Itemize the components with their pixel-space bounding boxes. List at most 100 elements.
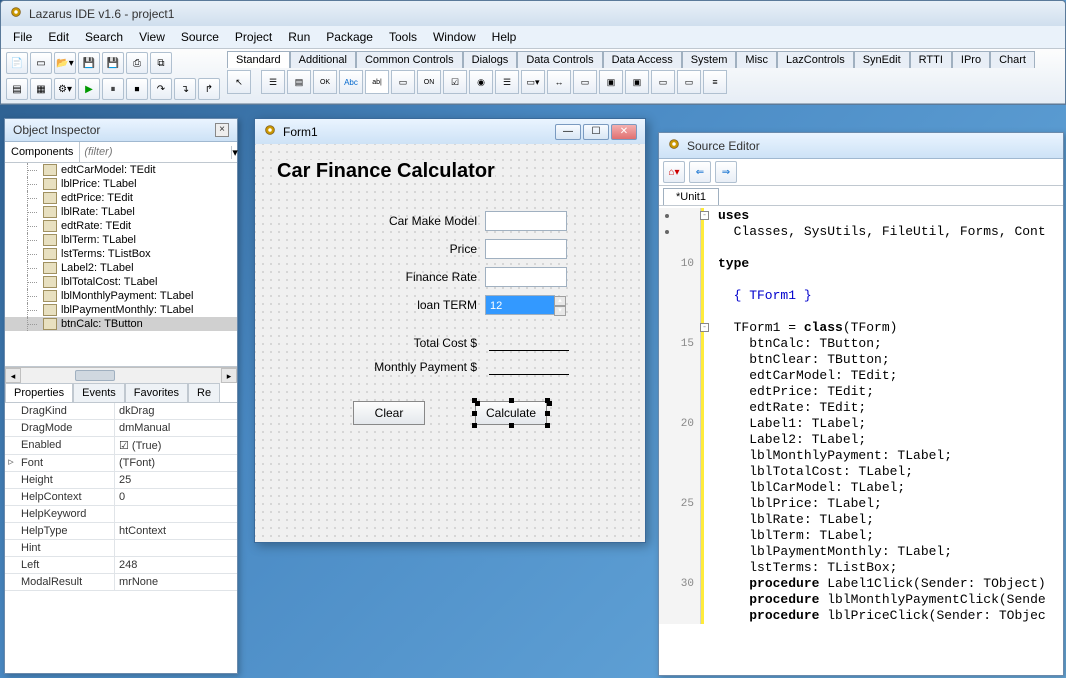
menu-search[interactable]: Search	[77, 28, 131, 46]
palette-tab-synedit[interactable]: SynEdit	[854, 51, 910, 68]
rate-label[interactable]: Finance Rate	[267, 270, 485, 284]
tree-item[interactable]: edtPrice: TEdit	[5, 191, 237, 205]
property-grid[interactable]: DragKinddkDragDragModedmManualEnabled☑ (…	[5, 403, 237, 591]
view-units-button[interactable]: ▤	[6, 78, 28, 100]
tcombobox-palette[interactable]: ▭▾	[521, 70, 545, 94]
tree-item[interactable]: lblMonthlyPayment: TLabel	[5, 289, 237, 303]
tradiogroup-palette[interactable]: ▣	[599, 70, 623, 94]
pause-button[interactable]: ⏸	[102, 78, 124, 100]
menu-edit[interactable]: Edit	[40, 28, 77, 46]
tree-item[interactable]: btnCalc: TButton	[5, 317, 237, 331]
palette-tab-common-controls[interactable]: Common Controls	[356, 51, 463, 68]
term-label[interactable]: loan TERM	[267, 298, 485, 312]
pointer-tool[interactable]: ↖	[227, 70, 251, 94]
code-line[interactable]: lblMonthlyPayment: TLabel;	[659, 448, 1063, 464]
tree-item[interactable]: lblPrice: TLabel	[5, 177, 237, 191]
price-input[interactable]	[485, 239, 567, 259]
code-line[interactable]: { TForm1 }	[659, 288, 1063, 304]
code-line[interactable]: edtCarModel: TEdit;	[659, 368, 1063, 384]
code-line[interactable]: -uses	[659, 208, 1063, 224]
property-row[interactable]: DragModedmManual	[5, 420, 237, 437]
car-model-input[interactable]	[485, 211, 567, 231]
close-button[interactable]: ✕	[611, 124, 637, 140]
total-cost-value[interactable]	[489, 335, 569, 351]
step-over-button[interactable]: ↷	[150, 78, 172, 100]
tactionlist-palette[interactable]: ≡	[703, 70, 727, 94]
code-line[interactable]: lblPaymentMonthly: TLabel;	[659, 544, 1063, 560]
tlistbox-palette[interactable]: ☰	[495, 70, 519, 94]
component-tree[interactable]: edtCarModel: TEditlblPrice: TLabeledtPri…	[5, 163, 237, 367]
palette-tab-chart[interactable]: Chart	[990, 51, 1035, 68]
tscrollbar-palette[interactable]: ↔	[547, 70, 571, 94]
run-button[interactable]: ▶	[78, 78, 100, 100]
property-row[interactable]: HelpKeyword	[5, 506, 237, 523]
property-row[interactable]: ModalResultmrNone	[5, 574, 237, 591]
scroll-thumb[interactable]	[75, 370, 115, 381]
property-row[interactable]: Height25	[5, 472, 237, 489]
palette-tab-ipro[interactable]: IPro	[952, 51, 990, 68]
open-button[interactable]: 📂▾	[54, 52, 76, 74]
code-line[interactable]: lblTerm: TLabel;	[659, 528, 1063, 544]
code-line[interactable]: Classes, SysUtils, FileUtil, Forms, Cont	[659, 224, 1063, 240]
palette-tab-data-controls[interactable]: Data Controls	[517, 51, 602, 68]
term-listbox[interactable]: 12 ▴▾	[485, 295, 555, 315]
scroll-left-icon[interactable]: ◂	[5, 368, 21, 383]
code-line[interactable]: 25 lblPrice: TLabel;	[659, 496, 1063, 512]
price-label[interactable]: Price	[267, 242, 485, 256]
clear-button[interactable]: Clear	[353, 401, 425, 425]
minimize-button[interactable]: —	[555, 124, 581, 140]
prop-tab-re[interactable]: Re	[188, 383, 220, 402]
menu-run[interactable]: Run	[280, 28, 318, 46]
view-forms-button[interactable]: ▦	[30, 78, 52, 100]
palette-tab-system[interactable]: System	[682, 51, 737, 68]
tpopupmenu-palette[interactable]: ▤	[287, 70, 311, 94]
prop-tab-events[interactable]: Events	[73, 383, 125, 402]
tbutton-palette[interactable]: OK	[313, 70, 337, 94]
property-row[interactable]: HelpTypehtContext	[5, 523, 237, 540]
mode-button[interactable]: ⚙▾	[54, 78, 76, 100]
nav-back-button[interactable]: ⇐	[689, 161, 711, 183]
tree-item[interactable]: lblPaymentMonthly: TLabel	[5, 303, 237, 317]
code-line[interactable]: Label2: TLabel;	[659, 432, 1063, 448]
code-line[interactable]: edtRate: TEdit;	[659, 400, 1063, 416]
code-line[interactable]: lstTerms: TListBox;	[659, 560, 1063, 576]
tradiobutton-palette[interactable]: ◉	[469, 70, 493, 94]
property-row[interactable]: DragKinddkDrag	[5, 403, 237, 420]
palette-tab-rtti[interactable]: RTTI	[910, 51, 952, 68]
save-all-button[interactable]: 💾	[102, 52, 124, 74]
code-line[interactable]: btnClear: TButton;	[659, 352, 1063, 368]
unit1-tab[interactable]: *Unit1	[663, 188, 719, 205]
tedit-palette[interactable]: ab|	[365, 70, 389, 94]
menu-file[interactable]: File	[5, 28, 40, 46]
tree-item[interactable]: lblRate: TLabel	[5, 205, 237, 219]
step-into-button[interactable]: ↴	[174, 78, 196, 100]
prop-tab-favorites[interactable]: Favorites	[125, 383, 188, 402]
close-icon[interactable]: ×	[215, 123, 229, 137]
stop-button[interactable]: ⏹	[126, 78, 148, 100]
menu-source[interactable]: Source	[173, 28, 227, 46]
maximize-button[interactable]: ☐	[583, 124, 609, 140]
jump-back-dropdown[interactable]: ⌂▾	[663, 161, 685, 183]
code-line[interactable]: 15 btnCalc: TButton;	[659, 336, 1063, 352]
monthly-payment-value[interactable]	[489, 359, 569, 375]
code-line[interactable]	[659, 272, 1063, 288]
tcheckgroup-palette[interactable]: ▣	[625, 70, 649, 94]
tree-item[interactable]: lstTerms: TListBox	[5, 247, 237, 261]
property-row[interactable]: HelpContext0	[5, 489, 237, 506]
menu-help[interactable]: Help	[484, 28, 525, 46]
tree-item[interactable]: lblTerm: TLabel	[5, 233, 237, 247]
tmainmenu-palette[interactable]: ☰	[261, 70, 285, 94]
form-heading[interactable]: Car Finance Calculator	[277, 160, 495, 183]
tree-item[interactable]: Label2: TLabel	[5, 261, 237, 275]
new-form-button[interactable]: ▭	[30, 52, 52, 74]
menu-tools[interactable]: Tools	[381, 28, 425, 46]
spin-down-icon[interactable]: ▾	[554, 306, 566, 316]
source-titlebar[interactable]: Source Editor	[659, 133, 1063, 159]
ttogglebox-palette[interactable]: ON	[417, 70, 441, 94]
filter-dropdown-icon[interactable]: ▾	[231, 146, 238, 159]
filter-input[interactable]	[80, 142, 231, 162]
tree-h-scrollbar[interactable]: ◂ ▸	[5, 367, 237, 383]
property-row[interactable]: ▹Font(TFont)	[5, 455, 237, 472]
code-line[interactable]: lblTotalCost: TLabel;	[659, 464, 1063, 480]
palette-tab-dialogs[interactable]: Dialogs	[463, 51, 518, 68]
